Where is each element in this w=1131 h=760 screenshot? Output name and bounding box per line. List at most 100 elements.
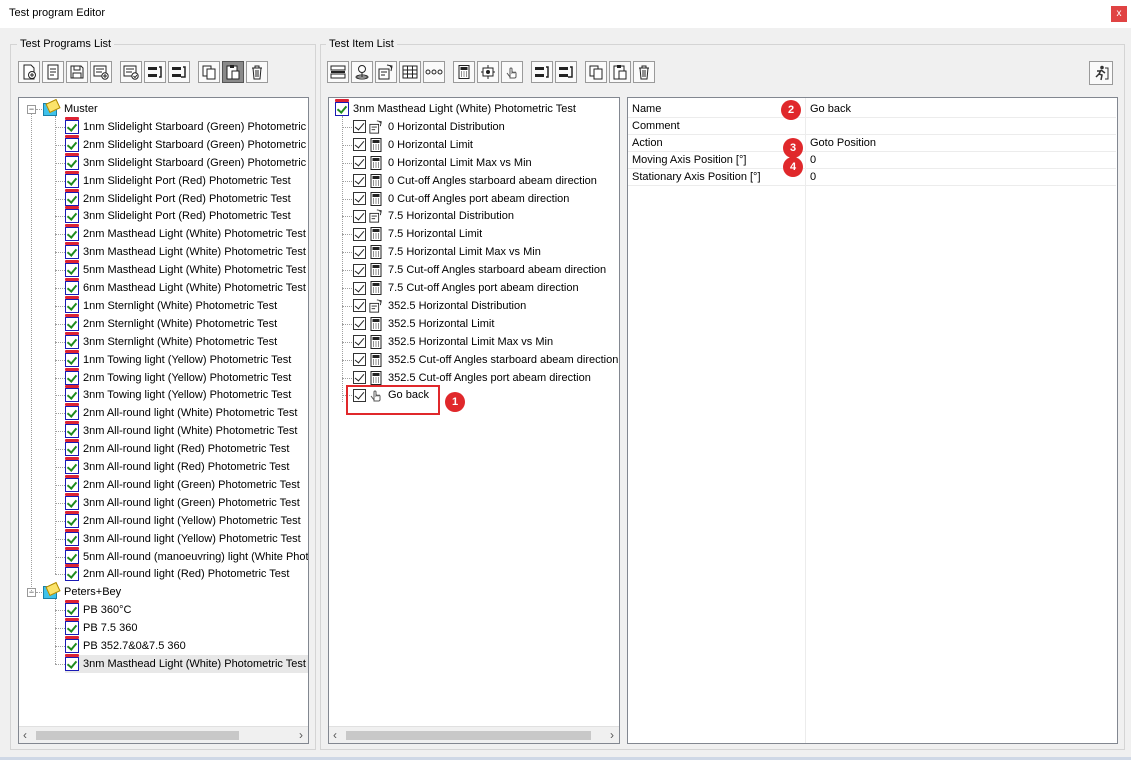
- item-checkbox[interactable]: [353, 192, 366, 205]
- test-item[interactable]: 7.5 Horizontal Distribution: [353, 207, 514, 225]
- paste-button[interactable]: [222, 61, 244, 83]
- test-item[interactable]: 0 Cut-off Angles starboard abeam directi…: [353, 172, 597, 190]
- test-item-root[interactable]: 3nm Masthead Light (White) Photometric T…: [335, 99, 576, 118]
- program-item[interactable]: 2nm All-round light (Green) Photometric …: [65, 474, 300, 494]
- program-item[interactable]: 3nm Slidelight Port (Red) Photometric Te…: [65, 206, 291, 225]
- program-item[interactable]: 2nm All-round light (White) Photometric …: [65, 403, 297, 422]
- test-item[interactable]: 352.5 Horizontal Limit Max vs Min: [353, 333, 553, 351]
- property-row[interactable]: Action Goto Position: [628, 135, 1116, 152]
- program-item[interactable]: 3nm Towing light (Yellow) Photometric Te…: [65, 385, 291, 404]
- properties-grid[interactable]: Name Go back Comment Action Goto Position Mov…: [627, 97, 1118, 744]
- dots-button[interactable]: [423, 61, 445, 83]
- test-item[interactable]: 7.5 Cut-off Angles starboard abeam direc…: [353, 261, 606, 279]
- test-item[interactable]: 352.5 Cut-off Angles starboard abeam dir…: [353, 351, 618, 369]
- close-button[interactable]: x: [1111, 6, 1127, 22]
- program-item[interactable]: 1nm Slidelight Port (Red) Photometric Te…: [65, 170, 291, 190]
- program-item[interactable]: 2nm Slidelight Starboard (Green) Photome…: [65, 134, 308, 154]
- items-tree-panel[interactable]: 3nm Masthead Light (White) Photometric T…: [328, 97, 620, 744]
- calculator-button[interactable]: [453, 61, 475, 83]
- test-item[interactable]: 0 Cut-off Angles port abeam direction: [353, 190, 569, 208]
- delete-button[interactable]: [246, 61, 268, 83]
- program-item[interactable]: 2nm All-round light (Red) Photometric Te…: [65, 564, 289, 583]
- scroll-left-icon[interactable]: ‹: [333, 728, 337, 742]
- test-item[interactable]: 0 Horizontal Limit: [353, 136, 473, 154]
- hand-pointer-button[interactable]: [501, 61, 523, 83]
- program-item[interactable]: PB 7.5 360: [65, 618, 137, 637]
- item-checkbox[interactable]: [353, 281, 366, 295]
- property-row[interactable]: Comment: [628, 118, 1116, 135]
- property-value[interactable]: Goto Position: [810, 137, 876, 149]
- program-item[interactable]: 3nm All-round light (Yellow) Photometric…: [65, 528, 301, 548]
- property-row[interactable]: Name Go back: [628, 101, 1116, 118]
- item-checkbox[interactable]: [353, 174, 366, 188]
- location-button[interactable]: [351, 61, 373, 83]
- item-checkbox[interactable]: [353, 335, 366, 349]
- exit-button[interactable]: [1089, 61, 1113, 85]
- test-item[interactable]: 7.5 Horizontal Limit: [353, 225, 482, 243]
- item-checkbox[interactable]: [353, 263, 366, 277]
- program-item[interactable]: 2nm Sternlight (White) Photometric Test: [65, 313, 277, 333]
- program-item[interactable]: 3nm Masthead Light (White) Photometric T…: [65, 242, 306, 261]
- program-item[interactable]: 3nm Slidelight Starboard (Green) Photome…: [65, 152, 308, 172]
- test-item[interactable]: 7.5 Horizontal Limit Max vs Min: [353, 243, 541, 261]
- paste-button[interactable]: [609, 61, 631, 83]
- item-checkbox[interactable]: [353, 353, 366, 367]
- delete-button[interactable]: [633, 61, 655, 83]
- item-checkbox[interactable]: [353, 209, 366, 223]
- tree-group-node[interactable]: − Peters+Bey: [27, 582, 121, 601]
- program-item[interactable]: 6nm Masthead Light (White) Photometric T…: [65, 278, 306, 297]
- program-item[interactable]: 3nm All-round light (Red) Photometric Te…: [65, 457, 289, 476]
- test-item[interactable]: 0 Horizontal Limit Max vs Min: [353, 154, 532, 172]
- property-value[interactable]: 0: [810, 154, 816, 166]
- programs-horizontal-scrollbar[interactable]: ‹ ›: [19, 726, 308, 743]
- move-down-button[interactable]: [555, 61, 577, 83]
- program-item[interactable]: 3nm All-round light (White) Photometric …: [65, 421, 297, 440]
- test-item[interactable]: 352.5 Horizontal Limit: [353, 315, 494, 333]
- collapse-icon[interactable]: −: [27, 104, 36, 114]
- program-item[interactable]: PB 360°C: [65, 600, 131, 619]
- program-item[interactable]: 2nm Masthead Light (White) Photometric T…: [65, 224, 306, 243]
- test-item[interactable]: 7.5 Cut-off Angles port abeam direction: [353, 279, 579, 297]
- item-checkbox[interactable]: [353, 371, 366, 384]
- add-program-button[interactable]: [90, 61, 112, 83]
- move-up-button[interactable]: [144, 61, 166, 83]
- add-item-button[interactable]: [327, 61, 349, 83]
- program-item[interactable]: 1nm Towing light (Yellow) Photometric Te…: [65, 349, 291, 369]
- test-item[interactable]: 352.5 Cut-off Angles port abeam directio…: [353, 369, 591, 387]
- program-item[interactable]: 1nm Sternlight (White) Photometric Test: [65, 295, 277, 315]
- property-row[interactable]: Stationary Axis Position [°] 0: [628, 169, 1116, 186]
- property-value[interactable]: 0: [810, 171, 816, 183]
- programs-tree[interactable]: − Muster 1nm Slidelight Starboard (Green) …: [19, 98, 308, 726]
- save-button[interactable]: [66, 61, 88, 83]
- item-checkbox[interactable]: [353, 138, 366, 152]
- program-item[interactable]: 3nm Sternlight (White) Photometric Test: [65, 331, 277, 351]
- program-item[interactable]: 1nm Slidelight Starboard (Green) Photome…: [65, 116, 308, 136]
- property-row[interactable]: Moving Axis Position [°] 0: [628, 152, 1116, 169]
- move-down-button[interactable]: [168, 61, 190, 83]
- copy-button[interactable]: [198, 61, 220, 83]
- program-item[interactable]: 5nm Masthead Light (White) Photometric T…: [65, 260, 306, 279]
- scrollbar-thumb[interactable]: [36, 731, 239, 740]
- new-program-button[interactable]: [18, 61, 40, 83]
- programs-tree-panel[interactable]: − Muster 1nm Slidelight Starboard (Green) …: [18, 97, 309, 744]
- items-horizontal-scrollbar[interactable]: ‹ ›: [329, 726, 619, 743]
- scroll-right-icon[interactable]: ›: [299, 728, 303, 742]
- program-item[interactable]: 2nm All-round light (Red) Photometric Te…: [65, 439, 289, 458]
- tree-group-node[interactable]: − Muster: [27, 98, 98, 118]
- item-checkbox[interactable]: [353, 245, 366, 259]
- program-item[interactable]: 5nm All-round (manoeuvring) light (White…: [65, 546, 308, 566]
- property-value[interactable]: Go back: [810, 103, 851, 115]
- target-button[interactable]: [477, 61, 499, 83]
- program-item[interactable]: 2nm All-round light (Yellow) Photometric…: [65, 510, 301, 530]
- item-checkbox[interactable]: [353, 120, 366, 134]
- table-button[interactable]: [399, 61, 421, 83]
- scrollbar-thumb[interactable]: [346, 731, 591, 740]
- program-item[interactable]: 3nm Masthead Light (White) Photometric T…: [65, 653, 308, 673]
- item-checkbox[interactable]: [353, 317, 366, 331]
- program-item[interactable]: PB 352.7&0&7.5 360: [65, 636, 186, 655]
- item-checkbox[interactable]: [353, 299, 366, 313]
- scroll-left-icon[interactable]: ‹: [23, 728, 27, 742]
- scroll-right-icon[interactable]: ›: [610, 728, 614, 742]
- copy-button[interactable]: [585, 61, 607, 83]
- program-item[interactable]: 2nm Slidelight Port (Red) Photometric Te…: [65, 188, 291, 208]
